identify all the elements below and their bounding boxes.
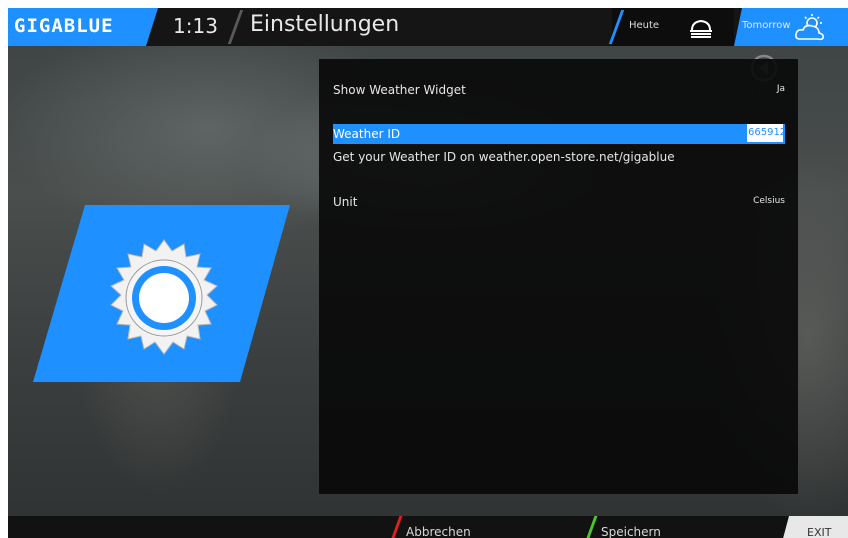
weather-tomorrow-label: Tomorrow <box>742 20 791 31</box>
gigablue-logo: GIGABLUE <box>14 15 114 37</box>
cloud-sun-icon <box>795 14 824 41</box>
screen: GIGABLUE 1:13 Einstellungen Heute Tomorr… <box>8 8 848 538</box>
setting-row-weather-id[interactable]: Weather ID 665912 <box>333 124 786 144</box>
setting-row-show-weather-widget[interactable]: Show Weather Widget Ja <box>333 80 785 100</box>
save-button[interactable]: Speichern <box>583 516 769 538</box>
setting-label: Weather ID <box>333 127 401 141</box>
save-button-label: Speichern <box>601 525 661 538</box>
setting-label: Unit <box>333 195 358 209</box>
setting-label: Show Weather Widget <box>333 83 466 97</box>
weather-id-hint: Get your Weather ID on weather.open-stor… <box>333 150 675 164</box>
clock: 1:13 <box>173 14 218 38</box>
weather-id-input[interactable]: 665912 <box>747 124 786 142</box>
sun-icon <box>110 239 218 355</box>
setting-value: Celsius <box>753 196 785 206</box>
setting-row-unit[interactable]: Unit Celsius <box>333 192 785 212</box>
cancel-button[interactable]: Abbrechen <box>388 516 574 538</box>
settings-panel: Show Weather Widget Ja Weather ID 665912… <box>319 59 798 494</box>
cancel-button-label: Abbrechen <box>406 525 471 538</box>
setting-value: Ja <box>776 84 785 94</box>
weather-today-label: Heute <box>629 20 660 31</box>
page-title: Einstellungen <box>250 12 400 37</box>
exit-button[interactable]: EXIT <box>781 516 848 538</box>
cloud-icon <box>690 19 712 38</box>
exit-button-label: EXIT <box>807 526 832 538</box>
